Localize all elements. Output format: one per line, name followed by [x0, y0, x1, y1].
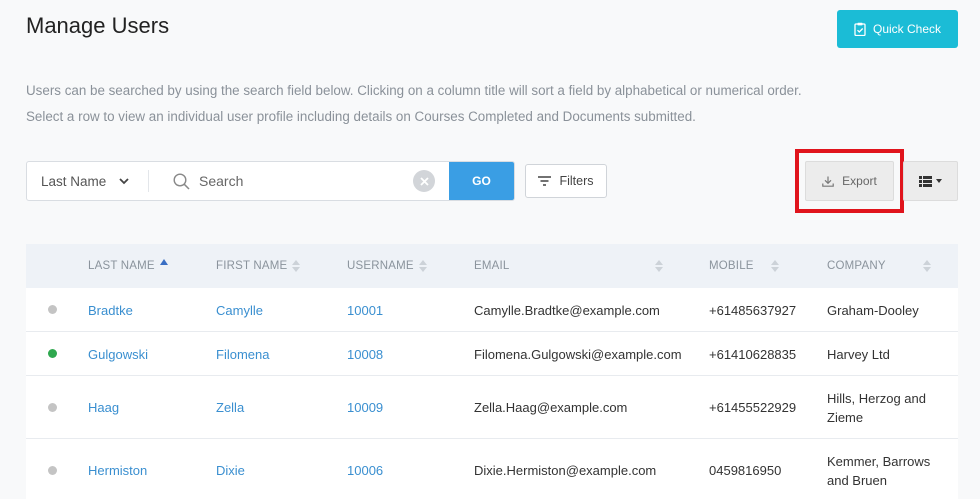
search-field-select[interactable]: Last Name: [27, 162, 148, 200]
username-cell[interactable]: 10006: [347, 439, 383, 499]
column-header-first-name[interactable]: FIRST NAME: [216, 244, 300, 288]
status-dot: [48, 466, 57, 475]
first-name-cell[interactable]: Camylle: [216, 288, 263, 332]
intro-text: Users can be searched by using the searc…: [26, 78, 906, 130]
mobile-cell: +61485637927: [709, 302, 797, 318]
first-name-cell[interactable]: Dixie: [216, 439, 245, 499]
chevron-down-icon: [119, 177, 129, 184]
users-table: LAST NAME FIRST NAME USERNAME EMAIL MOBI…: [26, 244, 958, 499]
sort-icon: [292, 260, 300, 272]
company-cell: Graham-Dooley: [827, 302, 919, 318]
status-dot: [48, 349, 57, 358]
caret-down-icon: [936, 179, 942, 183]
list-view-icon: [919, 175, 932, 187]
mobile-cell: +61410628835: [709, 346, 797, 362]
status-dot: [48, 305, 57, 314]
username-cell[interactable]: 10008: [347, 332, 383, 376]
last-name-cell[interactable]: Hermiston: [88, 439, 147, 499]
username-cell[interactable]: 10001: [347, 288, 383, 332]
status-dot: [48, 403, 57, 412]
go-button[interactable]: GO: [449, 162, 514, 200]
column-header-username[interactable]: USERNAME: [347, 244, 427, 288]
email-cell: Dixie.Hermiston@example.com: [474, 463, 657, 478]
clear-search-button[interactable]: [413, 170, 435, 192]
table-header: LAST NAME FIRST NAME USERNAME EMAIL MOBI…: [26, 244, 958, 288]
mobile-cell: 0459816950: [709, 463, 782, 478]
company-cell: Hills, Herzog and Zieme: [827, 390, 926, 425]
search-icon: [173, 172, 190, 190]
email-cell: Filomena.Gulgowski@example.com: [474, 346, 682, 362]
mobile-cell: +61455522929: [709, 400, 797, 415]
close-icon: [419, 176, 429, 186]
quick-check-button[interactable]: Quick Check: [837, 10, 958, 48]
filter-icon: [538, 176, 552, 186]
filters-label: Filters: [559, 174, 594, 188]
search-input[interactable]: [199, 173, 413, 189]
table-row[interactable]: Gulgowski Filomena 10008 Filomena.Gulgow…: [26, 332, 958, 376]
first-name-cell[interactable]: Filomena: [216, 332, 269, 376]
username-cell[interactable]: 10009: [347, 376, 383, 439]
last-name-cell[interactable]: Haag: [88, 376, 119, 439]
sort-icon: [771, 260, 779, 272]
company-cell: Harvey Ltd: [827, 346, 890, 362]
sort-ascending-icon: [160, 259, 168, 265]
sort-icon: [419, 260, 427, 272]
email-cell: Zella.Haag@example.com: [474, 400, 628, 415]
last-name-cell[interactable]: Bradtke: [88, 288, 133, 332]
column-header-company[interactable]: COMPANY: [827, 244, 931, 288]
column-header-last-name[interactable]: LAST NAME: [88, 244, 168, 288]
sort-icon: [923, 260, 931, 272]
page-title: Manage Users: [26, 13, 170, 38]
intro-line-2: Select a row to view an individual user …: [26, 109, 696, 124]
search-input-wrap: [149, 162, 449, 200]
table-row[interactable]: Hermiston Dixie 10006 Dixie.Hermiston@ex…: [26, 439, 958, 499]
first-name-cell[interactable]: Zella: [216, 376, 244, 439]
clipboard-check-icon: [854, 22, 866, 36]
company-cell: Kemmer, Barrows and Bruen: [827, 453, 931, 488]
intro-line-1: Users can be searched by using the searc…: [26, 83, 802, 98]
search-field-value: Last Name: [41, 173, 107, 189]
export-highlight-box: [795, 149, 904, 213]
column-header-email[interactable]: EMAIL: [474, 244, 663, 288]
search-bar: Last Name GO: [26, 161, 515, 201]
table-row[interactable]: Bradtke Camylle 10001 Camylle.Bradtke@ex…: [26, 288, 958, 332]
email-cell: Camylle.Bradtke@example.com: [474, 302, 660, 318]
filters-button[interactable]: Filters: [525, 164, 607, 198]
last-name-cell[interactable]: Gulgowski: [88, 332, 148, 376]
quick-check-label: Quick Check: [872, 22, 942, 36]
sort-icon: [655, 260, 663, 272]
table-row[interactable]: Haag Zella 10009 Zella.Haag@example.com …: [26, 376, 958, 439]
column-header-mobile[interactable]: MOBILE: [709, 244, 779, 288]
view-options-button[interactable]: [903, 161, 958, 201]
